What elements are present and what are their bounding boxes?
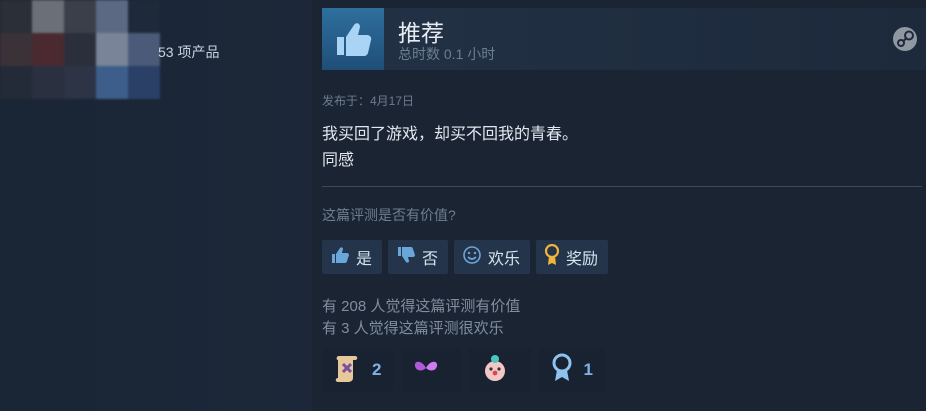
award-list: 2 1 — [322, 348, 605, 392]
vote-funny-label: 欢乐 — [488, 251, 521, 268]
rating-buttons: 是 否 欢乐 奖励 — [322, 240, 609, 274]
vote-no-label: 否 — [422, 251, 439, 268]
funny-count: 有 3 人觉得这篇评测很欢乐 — [322, 320, 504, 337]
thumbs-down-icon — [396, 245, 416, 270]
award-item[interactable]: 2 — [322, 348, 394, 392]
award-item[interactable] — [469, 348, 532, 392]
clown-award-icon — [481, 353, 509, 388]
review-line: 我买回了游戏，却买不回我的青春。 — [322, 126, 579, 143]
recommendation-title: 推荐 — [398, 20, 444, 46]
product-count[interactable]: 53 项产品 — [158, 42, 219, 62]
reviewer-sidebar: 53 项产品 — [0, 0, 312, 411]
medal-icon — [544, 243, 560, 271]
ribbon-award-icon — [551, 353, 573, 388]
butterfly-award-icon — [413, 357, 439, 384]
steam-logo-icon — [892, 26, 918, 52]
posted-date: 发布于：4月17日 — [322, 94, 415, 108]
vote-header[interactable]: 推荐 总时数 0.1 小时 — [322, 8, 926, 70]
review-panel: 推荐 总时数 0.1 小时 发布于：4月17日 我买回了游戏，却买不回我的青春。… — [312, 0, 926, 411]
thumbs-up-icon — [330, 245, 350, 270]
award-item[interactable]: 1 — [539, 348, 605, 392]
award-count: 2 — [372, 360, 382, 379]
scroll-award-icon — [334, 352, 362, 389]
divider — [322, 186, 922, 187]
helpful-question: 这篇评测是否有价值? — [322, 207, 456, 223]
award-count: 1 — [583, 360, 593, 379]
award-label: 奖励 — [566, 251, 599, 268]
review-line: 同感 — [322, 152, 355, 169]
award-button[interactable]: 奖励 — [536, 240, 609, 274]
playtime-hours: 总时数 0.1 小时 — [398, 46, 496, 62]
award-item[interactable] — [401, 348, 462, 392]
vote-yes-label: 是 — [356, 251, 373, 268]
thumbs-up-icon — [322, 8, 384, 70]
vote-funny-button[interactable]: 欢乐 — [454, 240, 531, 274]
review-stats: 有 208 人觉得这篇评测有价值 有 3 人觉得这篇评测很欢乐 — [322, 296, 520, 340]
helpful-count: 有 208 人觉得这篇评测有价值 — [322, 298, 521, 315]
vote-yes-button[interactable]: 是 — [322, 240, 383, 274]
reviewer-avatar[interactable] — [0, 0, 160, 100]
vote-no-button[interactable]: 否 — [388, 240, 449, 274]
smiley-icon — [462, 245, 482, 270]
review-body: 我买回了游戏，却买不回我的青春。 同感 — [322, 122, 578, 174]
